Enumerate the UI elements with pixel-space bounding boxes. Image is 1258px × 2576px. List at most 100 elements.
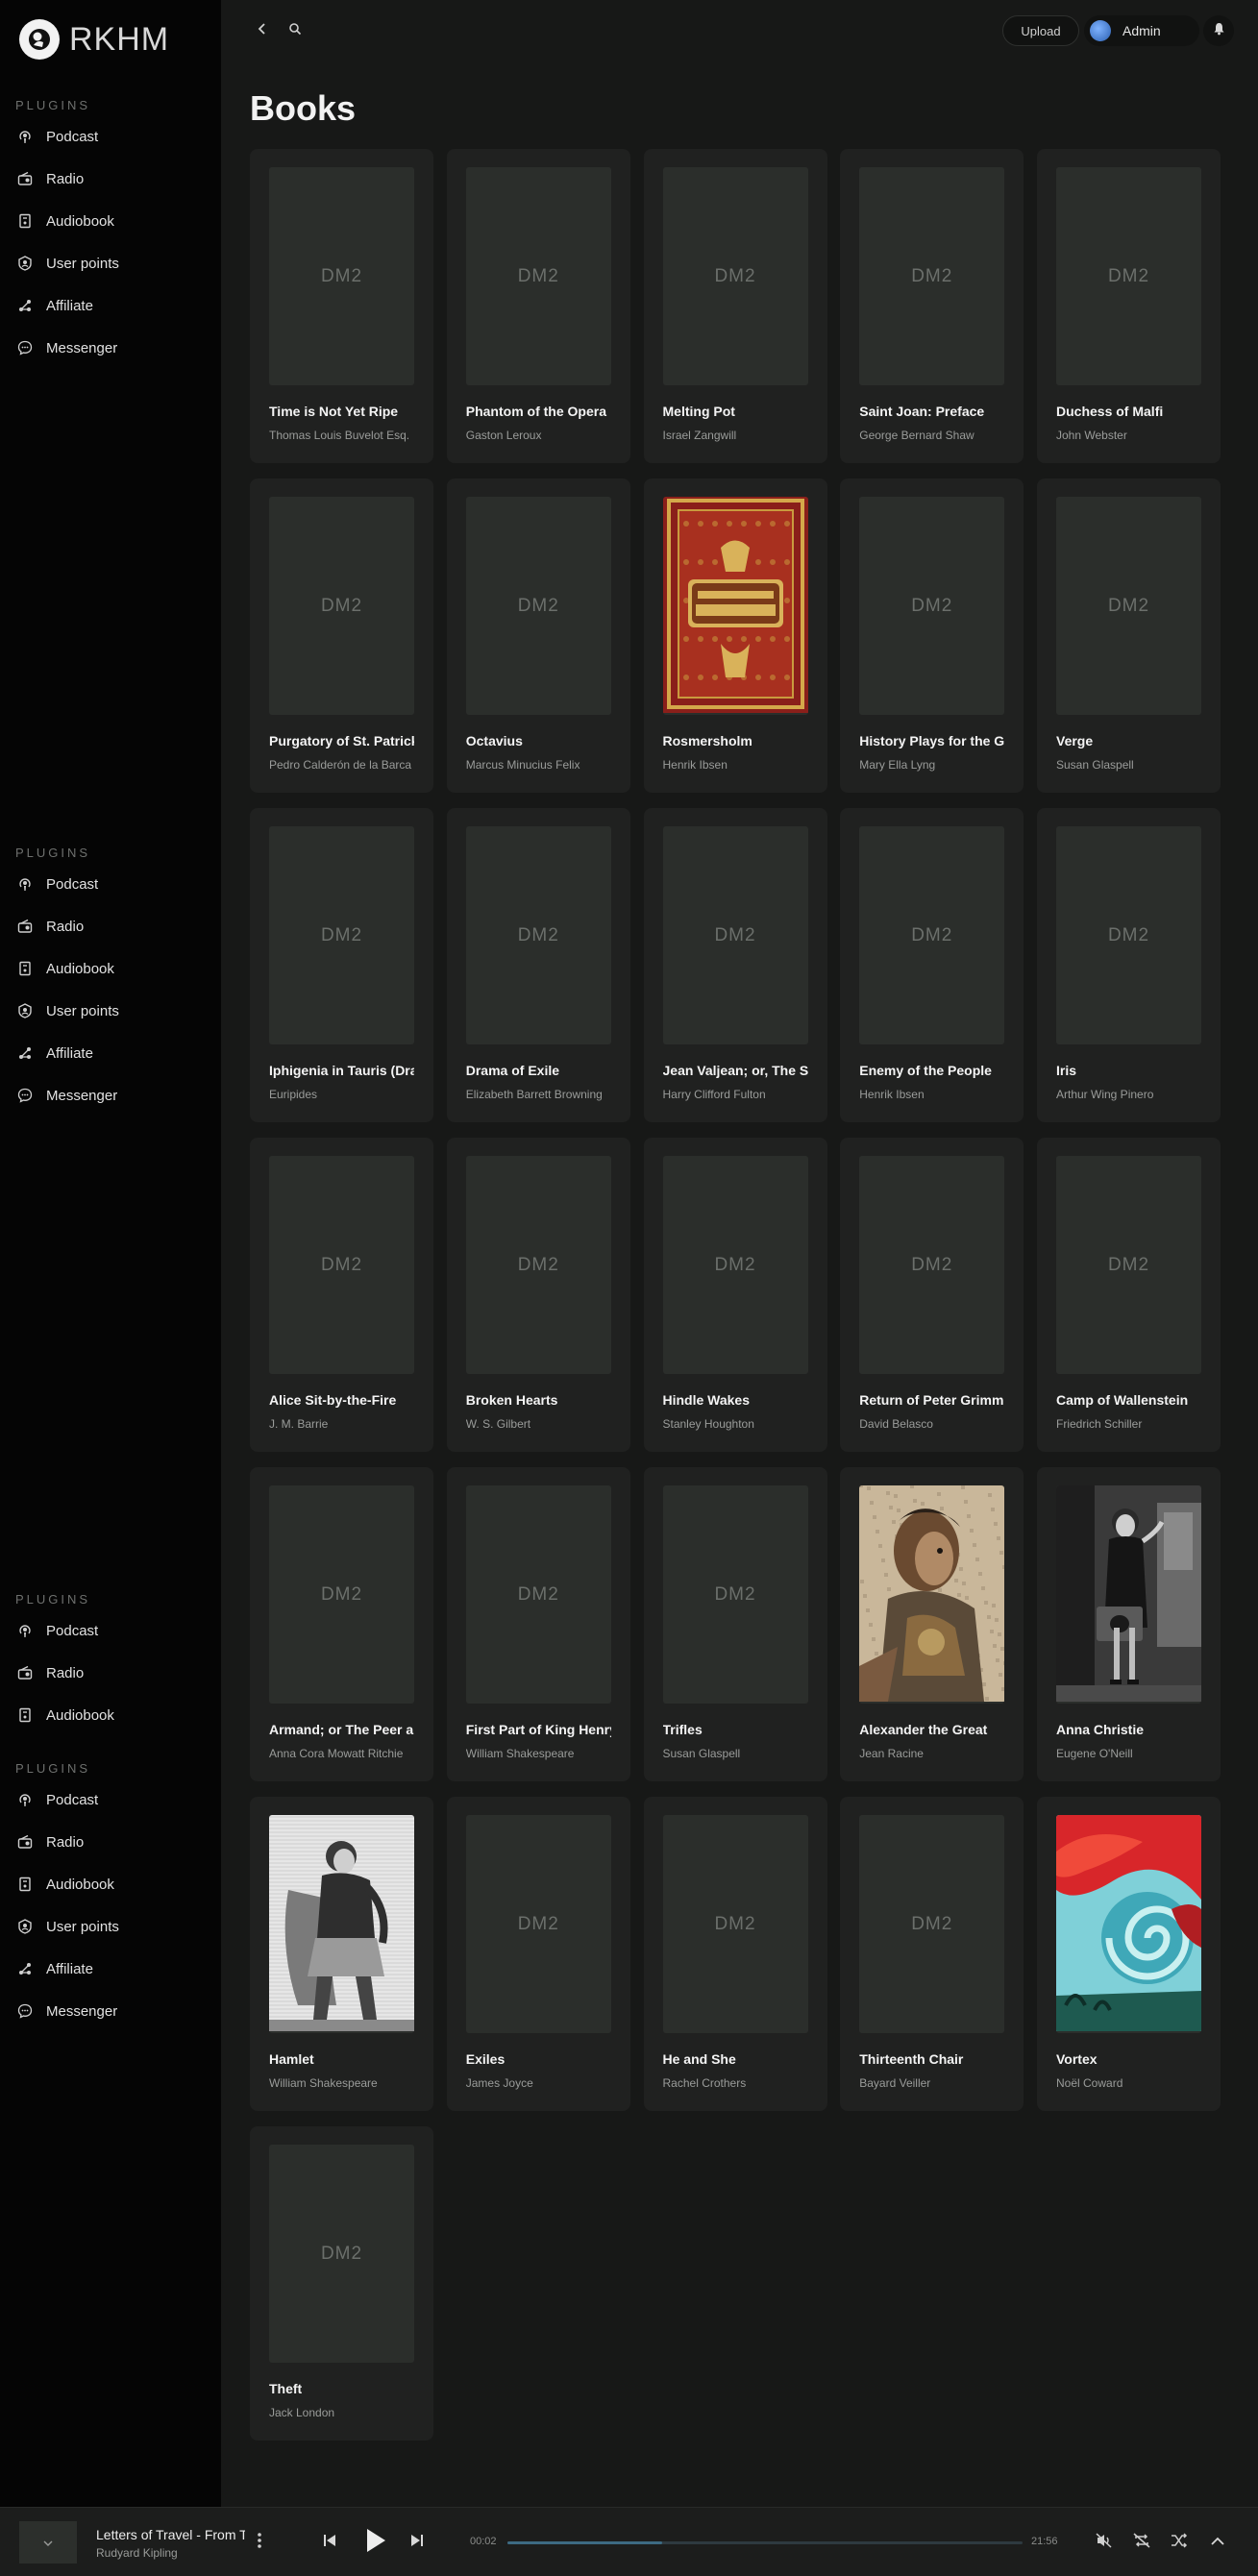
book-title[interactable]: Iphigenia in Tauris (Dramatic)	[269, 1063, 414, 1080]
upload-button[interactable]: Upload	[1002, 15, 1079, 46]
sidebar-item-user-points[interactable]: User points	[0, 1905, 221, 1948]
book-cover[interactable]: DM2	[269, 826, 414, 1044]
book-title[interactable]: Saint Joan: Preface	[859, 404, 1004, 421]
book-card[interactable]: DM2 Thirteenth Chair Bayard Veiller	[840, 1797, 1024, 2111]
sidebar-item-user-points[interactable]: User points	[0, 990, 221, 1032]
book-cover[interactable]: DM2	[269, 497, 414, 715]
book-card[interactable]: DM2 Armand; or The Peer and the Peasant An…	[250, 1467, 433, 1781]
book-author[interactable]: Rachel Crothers	[663, 2076, 808, 2091]
book-title[interactable]: Thirteenth Chair	[859, 2051, 1004, 2069]
repeat-button[interactable]	[1131, 2529, 1152, 2556]
previous-button[interactable]	[319, 2529, 340, 2556]
book-author[interactable]: George Bernard Shaw	[859, 429, 1004, 443]
book-cover[interactable]: DM2	[662, 1156, 808, 1374]
book-author[interactable]: Pedro Calderón de la Barca	[269, 758, 414, 773]
book-card[interactable]: Anna Christie Eugene O'Neill	[1037, 1467, 1221, 1781]
book-cover[interactable]: DM2	[1056, 167, 1201, 385]
book-title[interactable]: Vortex	[1056, 2051, 1201, 2069]
book-cover[interactable]: DM2	[465, 167, 611, 385]
book-card[interactable]: DM2 Saint Joan: Preface George Bernard Sha…	[840, 149, 1024, 463]
book-title[interactable]: History Plays for the Grammar Grades	[859, 733, 1004, 750]
sidebar-item-podcast[interactable]: Podcast	[0, 1779, 221, 1821]
sidebar-item-audiobook[interactable]: Audiobook	[0, 947, 221, 990]
book-card[interactable]: DM2 Phantom of the Opera Gaston Leroux	[446, 149, 630, 463]
book-author[interactable]: Bayard Veiller	[859, 2076, 1004, 2091]
sidebar-item-messenger[interactable]: Messenger	[0, 1990, 221, 2032]
book-card[interactable]: DM2 He and She Rachel Crothers	[643, 1797, 827, 2111]
book-title[interactable]: He and She	[663, 2051, 808, 2069]
book-cover[interactable]: DM2	[465, 497, 611, 715]
book-cover[interactable]	[1056, 1815, 1201, 2033]
book-card[interactable]: DM2 Camp of Wallenstein Friedrich Schiller	[1037, 1138, 1221, 1452]
player-track-author[interactable]: Rudyard Kipling	[96, 2546, 178, 2560]
book-author[interactable]: Elizabeth Barrett Browning	[466, 1088, 611, 1102]
book-author[interactable]: John Webster	[1056, 429, 1201, 443]
book-title[interactable]: Hindle Wakes	[663, 1392, 808, 1410]
book-cover[interactable]: DM2	[859, 1815, 1005, 2033]
book-card[interactable]: Rosmersholm Henrik Ibsen	[643, 478, 827, 793]
book-title[interactable]: Phantom of the Opera	[466, 404, 611, 421]
book-card[interactable]: DM2 Purgatory of St. Patrick Pedro Calderó…	[250, 478, 433, 793]
next-button[interactable]	[407, 2529, 428, 2556]
book-card[interactable]: DM2 Melting Pot Israel Zangwill	[643, 149, 827, 463]
book-title[interactable]: Hamlet	[269, 2051, 414, 2069]
sidebar-item-audiobook[interactable]: Audiobook	[0, 200, 221, 242]
book-cover[interactable]: DM2	[269, 1156, 414, 1374]
sidebar-item-messenger[interactable]: Messenger	[0, 327, 221, 369]
book-card[interactable]: DM2 Enemy of the People Henrik Ibsen	[840, 808, 1024, 1122]
book-title[interactable]: Jean Valjean; or, The Shadow of the Law	[663, 1063, 808, 1080]
book-card[interactable]: DM2 Trifles Susan Glaspell	[643, 1467, 827, 1781]
book-cover[interactable]: DM2	[662, 1815, 808, 2033]
back-button[interactable]	[248, 16, 277, 45]
book-cover[interactable]: DM2	[465, 1815, 611, 2033]
book-author[interactable]: Eugene O'Neill	[1056, 1747, 1201, 1761]
book-cover[interactable]: DM2	[465, 1485, 611, 1704]
player-more-button[interactable]	[252, 2531, 267, 2554]
sidebar-item-user-points[interactable]: User points	[0, 242, 221, 284]
book-author[interactable]: Henrik Ibsen	[859, 1088, 1004, 1102]
book-card[interactable]: DM2 Return of Peter Grimm David Belasco	[840, 1138, 1024, 1452]
expand-player-button[interactable]	[1207, 2529, 1228, 2556]
book-author[interactable]: Susan Glaspell	[663, 1747, 808, 1761]
book-card[interactable]: DM2 Theft Jack London	[250, 2126, 433, 2441]
book-cover[interactable]: DM2	[859, 826, 1005, 1044]
book-cover[interactable]: DM2	[1056, 1156, 1201, 1374]
sidebar-item-radio[interactable]: Radio	[0, 1652, 221, 1694]
book-author[interactable]: Jean Racine	[859, 1747, 1004, 1761]
book-title[interactable]: Return of Peter Grimm	[859, 1392, 1004, 1410]
book-title[interactable]: Broken Hearts	[466, 1392, 611, 1410]
book-card[interactable]: Alexander the Great Jean Racine	[840, 1467, 1024, 1781]
book-author[interactable]: Mary Ella Lyng	[859, 758, 1004, 773]
book-title[interactable]: Iris	[1056, 1063, 1201, 1080]
book-cover[interactable]	[269, 1815, 414, 2033]
book-card[interactable]: DM2 Iphigenia in Tauris (Dramatic) Euripid…	[250, 808, 433, 1122]
book-cover[interactable]: DM2	[859, 167, 1005, 385]
book-author[interactable]: Arthur Wing Pinero	[1056, 1088, 1201, 1102]
book-cover[interactable]	[662, 497, 808, 715]
brand-logo[interactable]: RKHM	[19, 19, 169, 60]
book-author[interactable]: W. S. Gilbert	[466, 1417, 611, 1432]
book-card[interactable]: DM2 Hindle Wakes Stanley Houghton	[643, 1138, 827, 1452]
book-cover[interactable]: DM2	[859, 1156, 1005, 1374]
sidebar-item-podcast[interactable]: Podcast	[0, 863, 221, 905]
book-title[interactable]: Enemy of the People	[859, 1063, 1004, 1080]
book-title[interactable]: Alice Sit-by-the-Fire	[269, 1392, 414, 1410]
sidebar-item-messenger[interactable]: Messenger	[0, 1074, 221, 1116]
book-title[interactable]: Octavius	[466, 733, 611, 750]
book-author[interactable]: Henrik Ibsen	[663, 758, 808, 773]
book-card[interactable]: DM2 History Plays for the Grammar Grades M…	[840, 478, 1024, 793]
book-card[interactable]: DM2 Octavius Marcus Minucius Felix	[446, 478, 630, 793]
play-button[interactable]	[361, 2528, 390, 2556]
book-author[interactable]: Friedrich Schiller	[1056, 1417, 1201, 1432]
search-button[interactable]	[281, 16, 309, 45]
book-title[interactable]: Exiles	[466, 2051, 611, 2069]
sidebar-item-podcast[interactable]: Podcast	[0, 1609, 221, 1652]
book-author[interactable]: Jack London	[269, 2406, 414, 2420]
book-title[interactable]: Trifles	[663, 1722, 808, 1739]
book-cover[interactable]: DM2	[1056, 826, 1201, 1044]
book-card[interactable]: DM2 Jean Valjean; or, The Shadow of the L…	[643, 808, 827, 1122]
book-title[interactable]: Theft	[269, 2381, 414, 2398]
shuffle-button[interactable]	[1169, 2529, 1190, 2556]
book-title[interactable]: Time is Not Yet Ripe	[269, 404, 414, 421]
user-menu-button[interactable]: Admin	[1084, 15, 1199, 46]
